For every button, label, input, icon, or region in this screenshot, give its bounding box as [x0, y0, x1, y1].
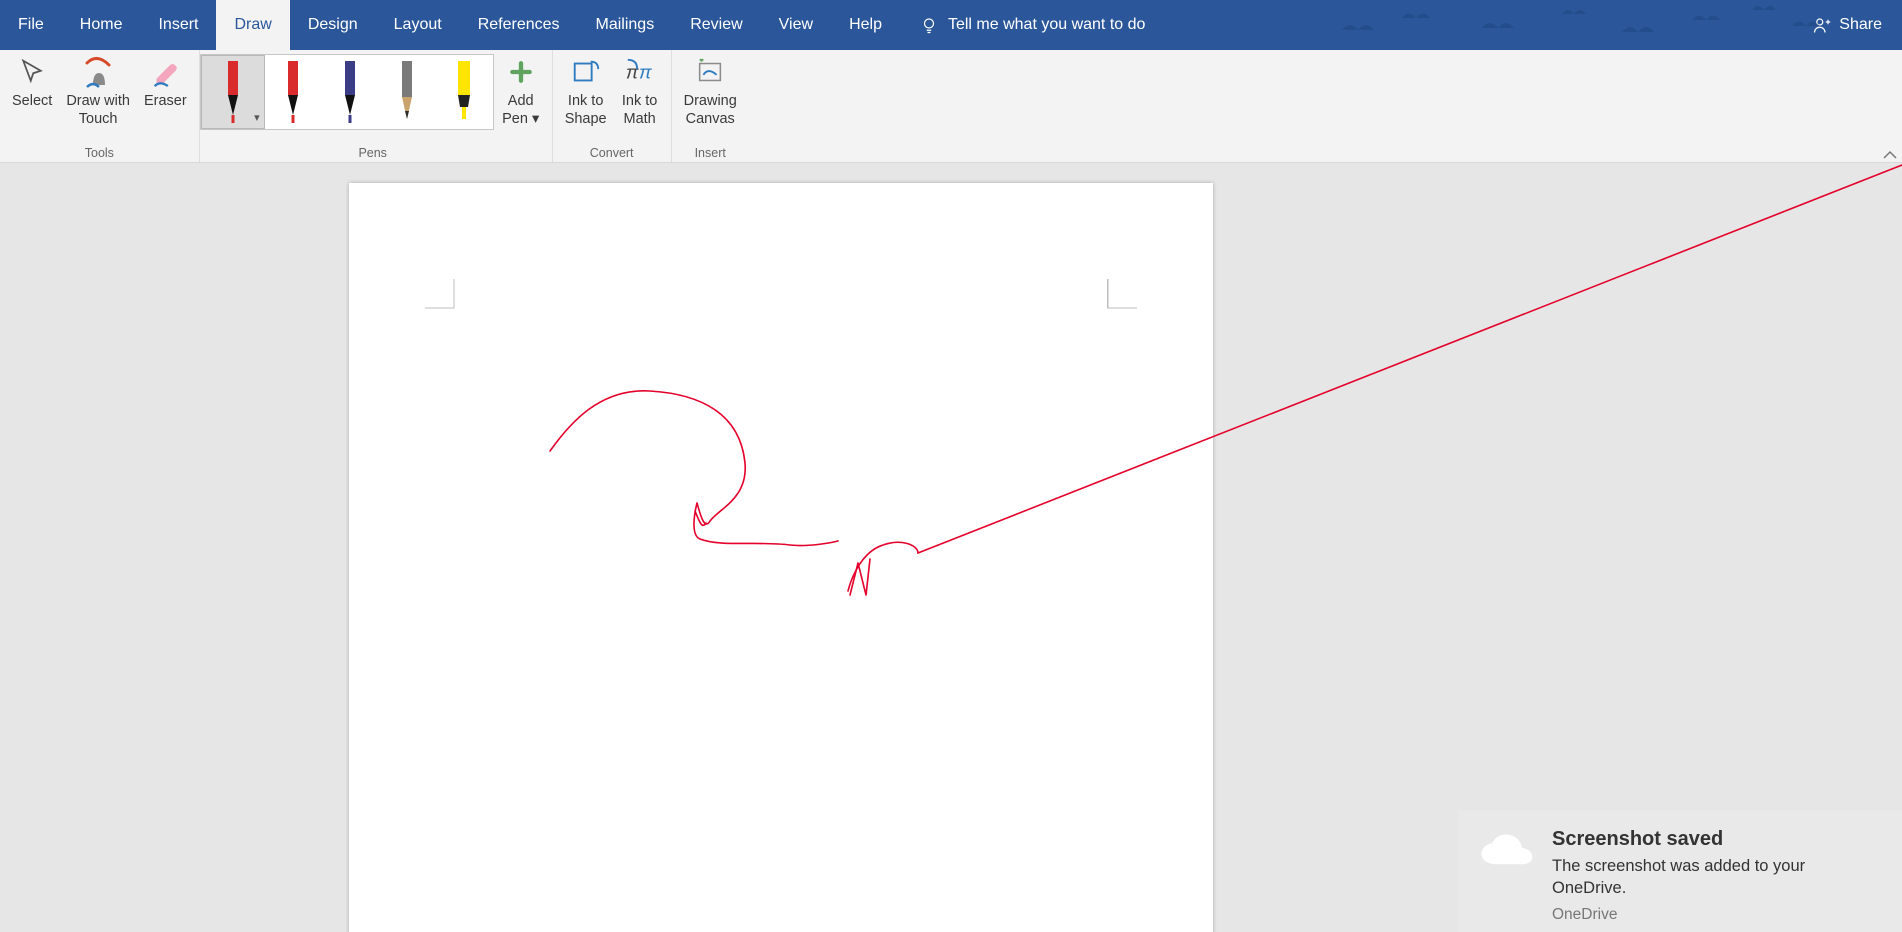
toast-source: OneDrive	[1552, 906, 1882, 924]
document-workspace[interactable]: Screenshot saved The screenshot was adde…	[0, 163, 1902, 932]
eraser-label: Eraser	[144, 92, 187, 110]
cloud-icon	[1478, 832, 1534, 872]
pens-gallery: ▾	[200, 54, 494, 130]
share-button[interactable]: Share	[1813, 16, 1882, 34]
margin-mark-tr2	[1107, 279, 1137, 309]
tab-layout[interactable]: Layout	[376, 0, 460, 50]
group-pens-label: Pens	[358, 142, 387, 163]
ink-to-shape-icon	[569, 55, 603, 89]
collapse-ribbon-caret[interactable]	[1882, 150, 1898, 162]
ink-to-shape-label: Ink toShape	[565, 92, 607, 128]
tab-file[interactable]: File	[0, 0, 62, 50]
tab-insert[interactable]: Insert	[140, 0, 216, 50]
ink-to-math-button[interactable]: ππ Ink toMath	[615, 52, 665, 142]
group-tools: Select Draw withTouch Eraser Tools	[0, 50, 200, 162]
decorative-birds	[1322, 0, 1842, 50]
group-convert-label: Convert	[590, 142, 634, 163]
touch-icon	[81, 55, 115, 89]
drawing-canvas-button[interactable]: DrawingCanvas	[678, 52, 743, 142]
eraser-button[interactable]: Eraser	[138, 52, 193, 142]
pencil-black[interactable]	[379, 55, 436, 129]
group-insert-label: Insert	[695, 142, 726, 163]
lightbulb-icon	[920, 16, 938, 34]
drawing-canvas-label: DrawingCanvas	[684, 92, 737, 128]
tab-references[interactable]: References	[460, 0, 578, 50]
share-icon	[1813, 16, 1831, 34]
document-page[interactable]	[349, 183, 1213, 932]
group-convert: Ink toShape ππ Ink toMath Convert	[553, 50, 672, 162]
pen-red-selected[interactable]: ▾	[201, 55, 265, 129]
draw-with-touch-button[interactable]: Draw withTouch	[60, 52, 136, 142]
cursor-icon	[15, 55, 49, 89]
ribbon: Select Draw withTouch Eraser Tools ▾	[0, 50, 1902, 163]
group-pens: ▾ AddPen ▾ Pens	[200, 50, 553, 162]
eraser-icon	[148, 55, 182, 89]
share-label: Share	[1839, 16, 1882, 34]
toast-message: The screenshot was added to your OneDriv…	[1552, 855, 1882, 900]
tab-help[interactable]: Help	[831, 0, 900, 50]
tab-home[interactable]: Home	[62, 0, 141, 50]
toast-title: Screenshot saved	[1552, 828, 1882, 851]
add-pen-label: AddPen ▾	[502, 92, 539, 128]
add-pen-button[interactable]: AddPen ▾	[496, 52, 546, 142]
tell-me-search[interactable]: Tell me what you want to do	[920, 16, 1145, 34]
ink-to-math-icon: ππ	[623, 55, 657, 89]
group-insert: DrawingCanvas Insert	[672, 50, 749, 162]
ink-to-shape-button[interactable]: Ink toShape	[559, 52, 613, 142]
ink-to-math-label: Ink toMath	[622, 92, 657, 128]
tell-me-label: Tell me what you want to do	[948, 16, 1145, 34]
select-button[interactable]: Select	[6, 52, 58, 142]
highlighter-yellow[interactable]	[436, 55, 493, 129]
canvas-icon	[693, 55, 727, 89]
pen-red-fine[interactable]	[265, 55, 322, 129]
plus-icon	[504, 55, 538, 89]
tab-draw[interactable]: Draw	[216, 0, 289, 50]
draw-with-touch-label: Draw withTouch	[66, 92, 130, 128]
tab-design[interactable]: Design	[290, 0, 376, 50]
tab-view[interactable]: View	[761, 0, 831, 50]
select-label: Select	[12, 92, 52, 110]
pen-galaxy[interactable]	[322, 55, 379, 129]
svg-text:π: π	[639, 62, 652, 83]
tab-mailings[interactable]: Mailings	[578, 0, 673, 50]
menu-bar: File Home Insert Draw Design Layout Refe…	[0, 0, 1902, 50]
tab-review[interactable]: Review	[672, 0, 760, 50]
onedrive-toast[interactable]: Screenshot saved The screenshot was adde…	[1458, 810, 1902, 932]
group-tools-label: Tools	[85, 142, 114, 163]
margin-mark-tl	[425, 279, 455, 309]
